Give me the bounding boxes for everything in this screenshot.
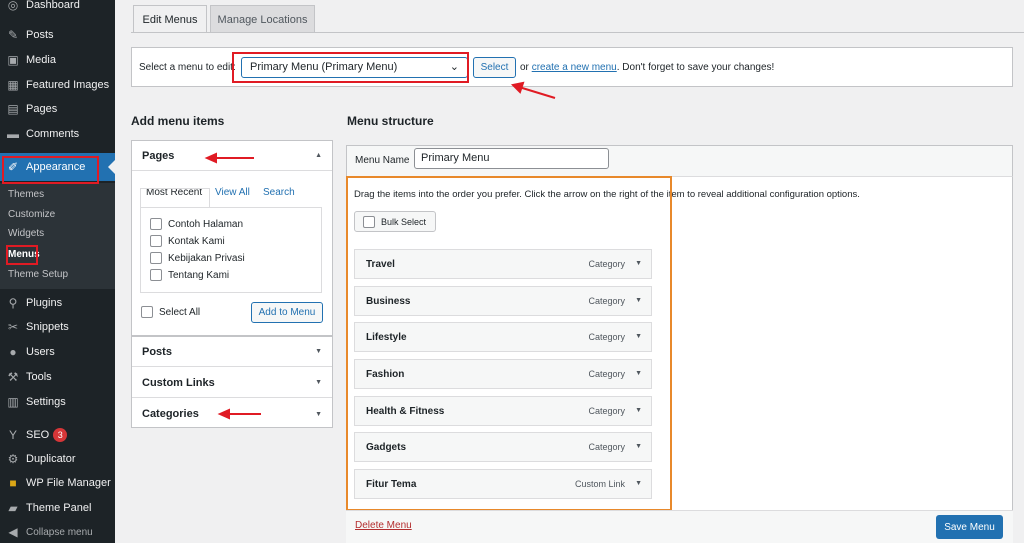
menu-instructions: Drag the items into the order you prefer… [354,189,860,200]
seo-icon: Y [8,428,17,442]
submenu-customize[interactable]: Customize [8,209,55,220]
select-all-checkbox[interactable] [141,306,153,318]
menu-item[interactable]: Fitur Tema Custom Link ▼ [354,469,652,499]
sidebar-item-duplicator[interactable]: ⚙ Duplicator [0,448,115,470]
admin-sidebar: ◎ Dashboard ✎ Posts ▣ Media ▦ Featured Image… [0,0,115,543]
expand-down-icon: ▼ [315,410,322,418]
pin-icon: ✎ [7,28,19,42]
annotation-box-appearance [2,156,99,184]
menu-item[interactable]: Lifestyle Category ▼ [354,322,652,352]
menu-name-label: Menu Name [355,155,410,166]
annotation-arrow-select [518,86,556,99]
sidebar-collapse-menu[interactable]: ◀ Collapse menu [0,521,115,543]
sidebar-item-dashboard[interactable]: ◎ Dashboard [0,0,115,16]
tabs-divider [131,32,1024,33]
appearance-submenu: Themes Customize Widgets Menus Theme Set… [0,183,115,289]
page-item[interactable]: Contoh Halaman [150,218,243,230]
submenu-theme-setup[interactable]: Theme Setup [8,269,68,280]
submenu-widgets[interactable]: Widgets [8,228,44,239]
sidebar-item-pages[interactable]: ▤ Pages [0,98,115,120]
select-bar-text: or create a new menu. Don't forget to sa… [520,62,775,73]
tab-view-all[interactable]: View All [215,187,250,198]
scissors-icon: ✂ [7,320,19,334]
expand-down-icon: ▼ [315,379,322,386]
custom-links-panel-header[interactable]: Custom Links ▼ [132,368,332,398]
add-menu-items-heading: Add menu items [131,114,225,128]
most-recent-tab-frame [140,188,210,208]
image-icon: ▦ [7,78,19,92]
media-icon: ▣ [7,53,19,67]
sidebar-item-media[interactable]: ▣ Media [0,49,115,71]
checkbox[interactable] [150,235,162,247]
sidebar-item-snippets[interactable]: ✂ Snippets [0,316,115,338]
pages-checklist: Contoh Halaman Kontak Kami Kebijakan Pri… [140,207,322,293]
annotation-box-menus [6,245,38,265]
expand-arrow-icon[interactable]: ▼ [635,297,642,304]
menu-item[interactable]: Fashion Category ▼ [354,359,652,389]
page-item[interactable]: Kebijakan Privasi [150,252,245,264]
select-button[interactable]: Select [473,57,516,78]
checkbox[interactable] [150,252,162,264]
dashboard-icon: ◎ [7,0,19,12]
collapse-icon: ◀ [8,525,18,539]
add-to-menu-button[interactable]: Add to Menu [251,302,323,323]
checkbox[interactable] [150,218,162,230]
tab-manage-locations[interactable]: Manage Locations [210,5,315,33]
page-item[interactable]: Tentang Kami [150,269,229,281]
tab-edit-menus[interactable]: Edit Menus [133,5,207,33]
bulk-select-checkbox[interactable] [363,215,375,228]
theme-panel-icon: ▰ [8,501,18,515]
wrench-icon: ⚒ [7,370,19,384]
sidebar-item-settings[interactable]: ▥ Settings [0,391,115,413]
duplicator-icon: ⚙ [7,452,19,466]
select-all[interactable]: Select All [141,306,200,318]
menu-item[interactable]: Health & Fitness Category ▼ [354,396,652,426]
plugin-icon: ⚲ [8,296,18,310]
collapse-up-icon: ▲ [315,152,322,159]
expand-arrow-icon[interactable]: ▼ [635,370,642,377]
annotation-box-menu-dropdown [232,52,469,83]
menu-footer-bar [346,510,1013,543]
page-item[interactable]: Kontak Kami [150,235,225,247]
expand-arrow-icon[interactable]: ▼ [635,260,642,267]
sidebar-item-tools[interactable]: ⚒ Tools [0,366,115,388]
menu-item[interactable]: Travel Category ▼ [354,249,652,279]
comment-icon: ▬ [7,127,19,141]
page-icon: ▤ [7,102,19,116]
sidebar-item-posts[interactable]: ✎ Posts [0,24,115,46]
sidebar-item-users[interactable]: ● Users [0,341,115,363]
settings-icon: ▥ [7,395,19,409]
sidebar-item-plugins[interactable]: ⚲ Plugins [0,292,115,314]
checkbox[interactable] [150,269,162,281]
create-new-menu-link[interactable]: create a new menu [532,62,617,73]
sidebar-item-wp-file-manager[interactable]: ■ WP File Manager [0,472,115,494]
sidebar-item-seo[interactable]: Y SEO 3 [0,424,115,446]
folder-icon: ■ [9,476,17,490]
seo-badge: 3 [53,428,68,442]
more-panels: Posts ▼ Custom Links ▼ Categories ▼ [131,336,333,428]
save-menu-button[interactable]: Save Menu [936,515,1003,539]
sidebar-item-featured-images[interactable]: ▦ Featured Images [0,74,115,96]
select-menu-prompt: Select a menu to edit: [139,62,236,73]
pages-panel-header[interactable]: Pages ▲ [132,141,332,171]
posts-panel-header[interactable]: Posts ▼ [132,337,332,367]
menu-structure-heading: Menu structure [347,114,434,128]
submenu-themes[interactable]: Themes [8,189,44,200]
expand-arrow-icon[interactable]: ▼ [635,480,642,487]
menu-name-input[interactable]: Primary Menu [414,148,609,169]
user-icon: ● [9,345,17,359]
menu-item[interactable]: Gadgets Category ▼ [354,432,652,462]
bulk-select-button[interactable]: Bulk Select [354,211,436,232]
sidebar-item-comments[interactable]: ▬ Comments [0,123,115,145]
categories-panel-header[interactable]: Categories ▼ [132,399,332,429]
delete-menu-link[interactable]: Delete Menu [355,520,412,531]
tab-search[interactable]: Search [263,187,295,198]
expand-arrow-icon[interactable]: ▼ [635,443,642,450]
expand-arrow-icon[interactable]: ▼ [635,407,642,414]
expand-down-icon: ▼ [315,348,322,355]
menu-item[interactable]: Business Category ▼ [354,286,652,316]
sidebar-item-theme-panel[interactable]: ▰ Theme Panel [0,497,115,519]
expand-arrow-icon[interactable]: ▼ [635,333,642,340]
